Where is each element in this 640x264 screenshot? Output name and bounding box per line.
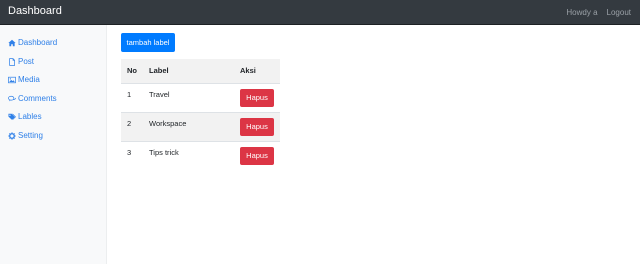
table-row: 2 Workspace Hapus xyxy=(121,111,280,141)
sidebar: Dashboard Post Media Comments Lables Set… xyxy=(0,25,107,264)
delete-button[interactable]: Hapus xyxy=(240,88,274,107)
add-label-button[interactable]: tambah label xyxy=(121,33,175,52)
brand-title[interactable]: Dashboard xyxy=(8,5,62,17)
row-label: Tips trick xyxy=(143,140,234,170)
row-number: 1 xyxy=(121,82,143,112)
row-number: 2 xyxy=(121,111,143,141)
sidebar-item-comments[interactable]: Comments xyxy=(8,94,57,103)
header-action: Aksi xyxy=(234,59,280,84)
sidebar-item-label: Dashboard xyxy=(18,38,58,47)
image-icon xyxy=(8,76,16,84)
file-icon xyxy=(8,57,16,66)
home-icon xyxy=(8,39,16,47)
row-number: 3 xyxy=(121,140,143,170)
sidebar-item-dashboard[interactable]: Dashboard xyxy=(8,38,57,47)
table-header-row: No Label Aksi xyxy=(121,59,280,84)
sidebar-item-setting[interactable]: Setting xyxy=(8,131,43,140)
sidebar-item-labels[interactable]: Lables xyxy=(8,112,42,121)
delete-button[interactable]: Hapus xyxy=(240,117,274,136)
row-label: Workspace xyxy=(143,111,234,141)
gear-icon xyxy=(8,131,16,140)
sidebar-item-post[interactable]: Post xyxy=(8,57,34,66)
sidebar-item-label: Setting xyxy=(18,131,43,140)
top-navbar: Dashboard Howdy a Logout xyxy=(0,0,640,25)
greeting-link[interactable]: Howdy a xyxy=(566,8,597,17)
sidebar-item-label: Media xyxy=(18,75,40,84)
header-no: No xyxy=(121,59,143,84)
table-row: 1 Travel Hapus xyxy=(121,82,280,112)
sidebar-item-label: Lables xyxy=(18,112,42,121)
header-label: Label xyxy=(143,59,234,84)
tags-icon xyxy=(8,113,16,121)
sidebar-item-label: Post xyxy=(18,57,35,66)
comments-icon xyxy=(8,95,16,103)
table-row: 3 Tips trick Hapus xyxy=(121,140,280,170)
sidebar-item-label: Comments xyxy=(18,94,57,103)
row-label: Travel xyxy=(143,82,234,112)
labels-table: No Label Aksi 1 Travel Hapus 2 Workspace… xyxy=(121,59,280,170)
sidebar-item-media[interactable]: Media xyxy=(8,75,40,84)
delete-button[interactable]: Hapus xyxy=(240,146,274,165)
user-nav: Howdy a Logout xyxy=(566,8,631,17)
logout-link[interactable]: Logout xyxy=(607,8,631,17)
